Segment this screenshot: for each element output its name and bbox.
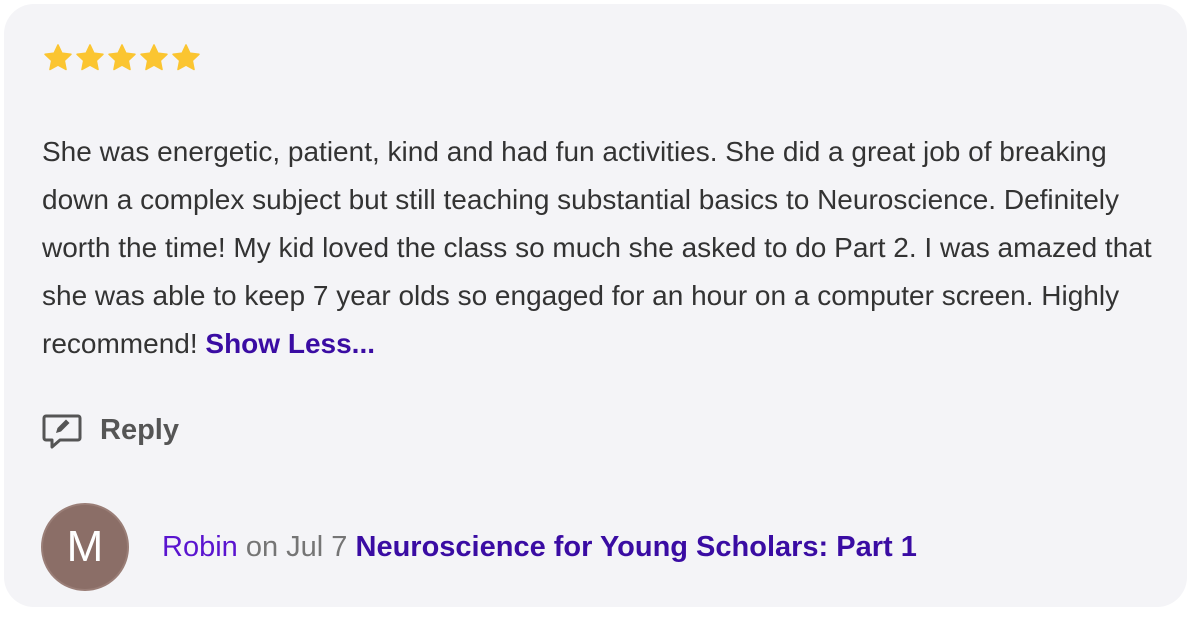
star-icon [44, 44, 72, 71]
reply-button[interactable]: Reply [40, 408, 179, 452]
review-text: She was energetic, patient, kind and had… [42, 136, 1152, 359]
avatar: M [41, 503, 129, 591]
review-date: Jul 7 [286, 530, 348, 563]
star-icon [108, 44, 136, 71]
author-name-link[interactable]: Robin [162, 531, 238, 563]
date-prefix: on [245, 530, 279, 563]
comment-edit-icon [42, 414, 82, 449]
star-icon [76, 44, 104, 71]
star-icon [172, 44, 200, 71]
star-rating [42, 42, 202, 74]
course-link[interactable]: Neuroscience for Young Scholars: Part 1 [356, 531, 917, 563]
show-less-link[interactable]: Show Less... [205, 328, 375, 359]
review-footer: M Robin on Jul 7 Neuroscience for Young … [41, 503, 917, 591]
review-body: She was energetic, patient, kind and had… [42, 128, 1152, 368]
review-card: She was energetic, patient, kind and had… [4, 4, 1187, 607]
review-meta: Robin on Jul 7 Neuroscience for Young Sc… [162, 531, 917, 564]
reply-label: Reply [100, 413, 179, 446]
star-icon [140, 44, 168, 71]
